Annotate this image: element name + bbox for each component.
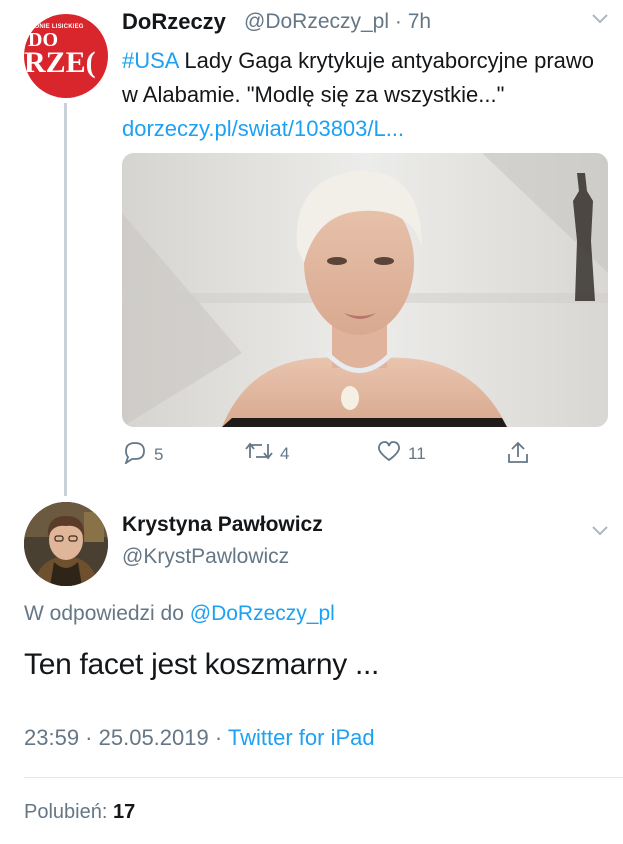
heart-icon [376, 440, 402, 467]
reply-icon [122, 440, 148, 469]
tweet2-date: 25.05.2019 [98, 725, 209, 750]
retweet-icon [244, 440, 274, 467]
tweet2-text: Ten facet jest koszmarny ... [24, 648, 380, 681]
reply-prefix: W odpowiedzi do [24, 602, 190, 625]
reply-count: 5 [154, 444, 164, 464]
tweet2-account-name[interactable]: Krystyna Pawłowicz [122, 513, 323, 537]
tweet2-time: 23:59 [24, 725, 80, 750]
divider [24, 777, 623, 778]
tweet1-body-text: Lady Gaga krytykuje antyaborcyjne prawo … [122, 48, 595, 107]
tweet1-handle-time: @DoRzeczy_pl · 7h [244, 10, 431, 34]
retweet-action[interactable]: 4 [244, 440, 289, 467]
retweet-count: 4 [280, 443, 290, 463]
likes-label: Polubień: [24, 801, 113, 823]
tweet1-time[interactable]: 7h [408, 10, 431, 33]
tweet2-meta: 23:59 · 25.05.2019 · Twitter for iPad [24, 725, 375, 751]
share-action[interactable] [506, 440, 530, 471]
thread-line [64, 103, 67, 496]
like-count: 11 [408, 443, 426, 463]
meta-separator-2: · [208, 725, 228, 750]
tweet2-client-link[interactable]: Twitter for iPad [228, 725, 375, 750]
reply-context: W odpowiedzi do @DoRzeczy_pl [24, 602, 335, 626]
likes-count: 17 [112, 801, 136, 823]
meta-separator-1: · [79, 725, 99, 750]
tweet1-handle[interactable]: @DoRzeczy_pl [244, 10, 389, 33]
tweet1-text: #USA Lady Gaga krytykuje antyaborcyjne p… [122, 44, 604, 146]
avatar-logo-line2: RZE( [24, 46, 96, 79]
tweet1-separator: · [394, 10, 402, 33]
tweet1-account-name[interactable]: DoRzeczy [122, 9, 226, 35]
reply-action[interactable]: 5 [122, 440, 163, 469]
krystyna-avatar[interactable] [24, 502, 108, 586]
like-action[interactable]: 11 [376, 440, 426, 467]
tweet1-menu-chevron-down-icon[interactable] [590, 10, 610, 31]
tweet2-menu-chevron-down-icon[interactable] [590, 522, 610, 543]
tweet1-photo[interactable] [122, 153, 608, 427]
tweet2-handle[interactable]: @KrystPawlowicz [122, 545, 289, 569]
dorzeczy-avatar[interactable]: CONIE LISICKIEG DO RZE( [24, 14, 108, 98]
share-icon [506, 440, 530, 471]
reply-handle-link[interactable]: @DoRzeczy_pl [190, 602, 335, 625]
likes-summary[interactable]: Polubień: 17 [24, 801, 135, 824]
tweet1-link[interactable]: dorzeczy.pl/swiat/103803/L... [122, 116, 404, 141]
tweet1-hashtag[interactable]: #USA [122, 48, 178, 73]
